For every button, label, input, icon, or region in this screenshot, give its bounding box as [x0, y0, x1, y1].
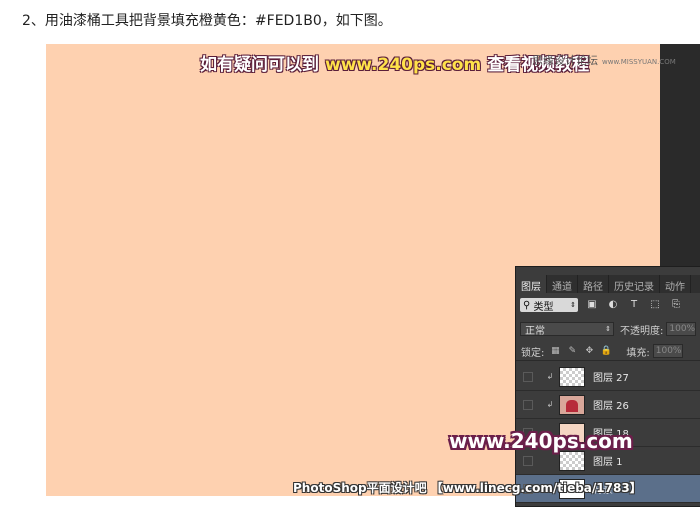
layer-row[interactable]: ↲ 图层 27	[516, 363, 700, 391]
visibility-toggle[interactable]	[523, 399, 533, 410]
tab-actions[interactable]: 动作	[660, 275, 691, 293]
image-filter-icon[interactable]: ▣	[585, 299, 599, 311]
chevron-updown-icon: ⇕	[605, 325, 611, 333]
lock-position-icon[interactable]: ✥	[583, 345, 595, 357]
clip-arrow-icon: ↲	[546, 372, 554, 381]
watermark-top-part1: 如有疑问可以到	[200, 55, 319, 75]
watermark-top: 如有疑问可以到 www.240ps.com 查看视频教程	[200, 50, 589, 75]
watermark-forum-text: 思缘设计论坛	[532, 54, 598, 67]
blend-mode-label: 正常	[525, 325, 545, 337]
layer-thumbnail	[559, 366, 585, 387]
type-filter-icon[interactable]: T	[627, 299, 641, 311]
adjustment-filter-icon[interactable]: ◐	[606, 299, 620, 311]
watermark-bottom: PhotoShop平面设计吧 【www.linecg.com/tieba/178…	[293, 481, 642, 495]
layer-row[interactable]: ↲ 图层 26	[516, 391, 700, 419]
visibility-toggle[interactable]	[523, 455, 533, 466]
tab-paths[interactable]: 路径	[578, 275, 609, 293]
layer-name: 图层 26	[593, 401, 629, 412]
fill-label: 填充:	[626, 347, 650, 359]
search-icon: ⚲	[523, 299, 531, 311]
watermark-mid: www.240ps.com	[449, 429, 633, 453]
watermark-forum: 思缘设计论坛 www.MISSYUAN.COM	[532, 52, 676, 68]
lock-pixels-icon[interactable]: ✎	[566, 345, 578, 357]
watermark-forum-site: www.MISSYUAN.COM	[602, 58, 676, 66]
opacity-input[interactable]: 100%	[666, 322, 697, 336]
lock-row: 锁定: ▦ ✎ ✥ 🔒 填充: 100%	[516, 342, 700, 361]
opacity-label: 不透明度:	[620, 325, 664, 337]
lock-label: 锁定:	[521, 347, 545, 359]
tab-history[interactable]: 历史记录	[609, 275, 660, 293]
fill-input[interactable]: 100%	[652, 344, 683, 358]
lock-all-icon[interactable]: 🔒	[600, 345, 612, 357]
tab-channels[interactable]: 通道	[547, 275, 578, 293]
layer-thumbnail	[559, 450, 585, 471]
caption-text: 2、用油漆桶工具把背景填充橙黄色：#FED1B0，如下图。	[22, 13, 392, 29]
smart-object-filter-icon[interactable]: ⎘	[669, 299, 683, 311]
clip-arrow-icon: ↲	[546, 400, 554, 409]
layer-name: 图层 27	[593, 373, 629, 384]
kind-filter-select[interactable]: ⚲ 类型 ⇕	[520, 298, 578, 313]
kind-filter-label: 类型	[533, 301, 554, 313]
visibility-toggle[interactable]	[523, 371, 533, 382]
watermark-top-part2: www.240ps.com	[325, 55, 482, 75]
chevron-updown-icon: ⇕	[570, 301, 576, 309]
shape-filter-icon[interactable]: ⬚	[648, 299, 662, 311]
layers-panel: 图层 通道 路径 历史记录 动作 ⚲ 类型 ⇕ ▣ ◐ T ⬚ ⎘ 正常 ⇕ 不透明…	[515, 266, 700, 507]
lock-transparent-icon[interactable]: ▦	[549, 345, 561, 357]
layer-name: 图层 1	[593, 457, 623, 468]
panel-tabs: 图层 通道 路径 历史记录 动作	[516, 275, 700, 293]
blend-row: 正常 ⇕ 不透明度: 100%	[516, 319, 700, 339]
filter-row: ⚲ 类型 ⇕ ▣ ◐ T ⬚ ⎘	[516, 295, 700, 315]
layer-thumbnail	[559, 394, 585, 415]
blend-mode-select[interactable]: 正常 ⇕	[520, 322, 614, 337]
tab-layers[interactable]: 图层	[516, 275, 547, 293]
